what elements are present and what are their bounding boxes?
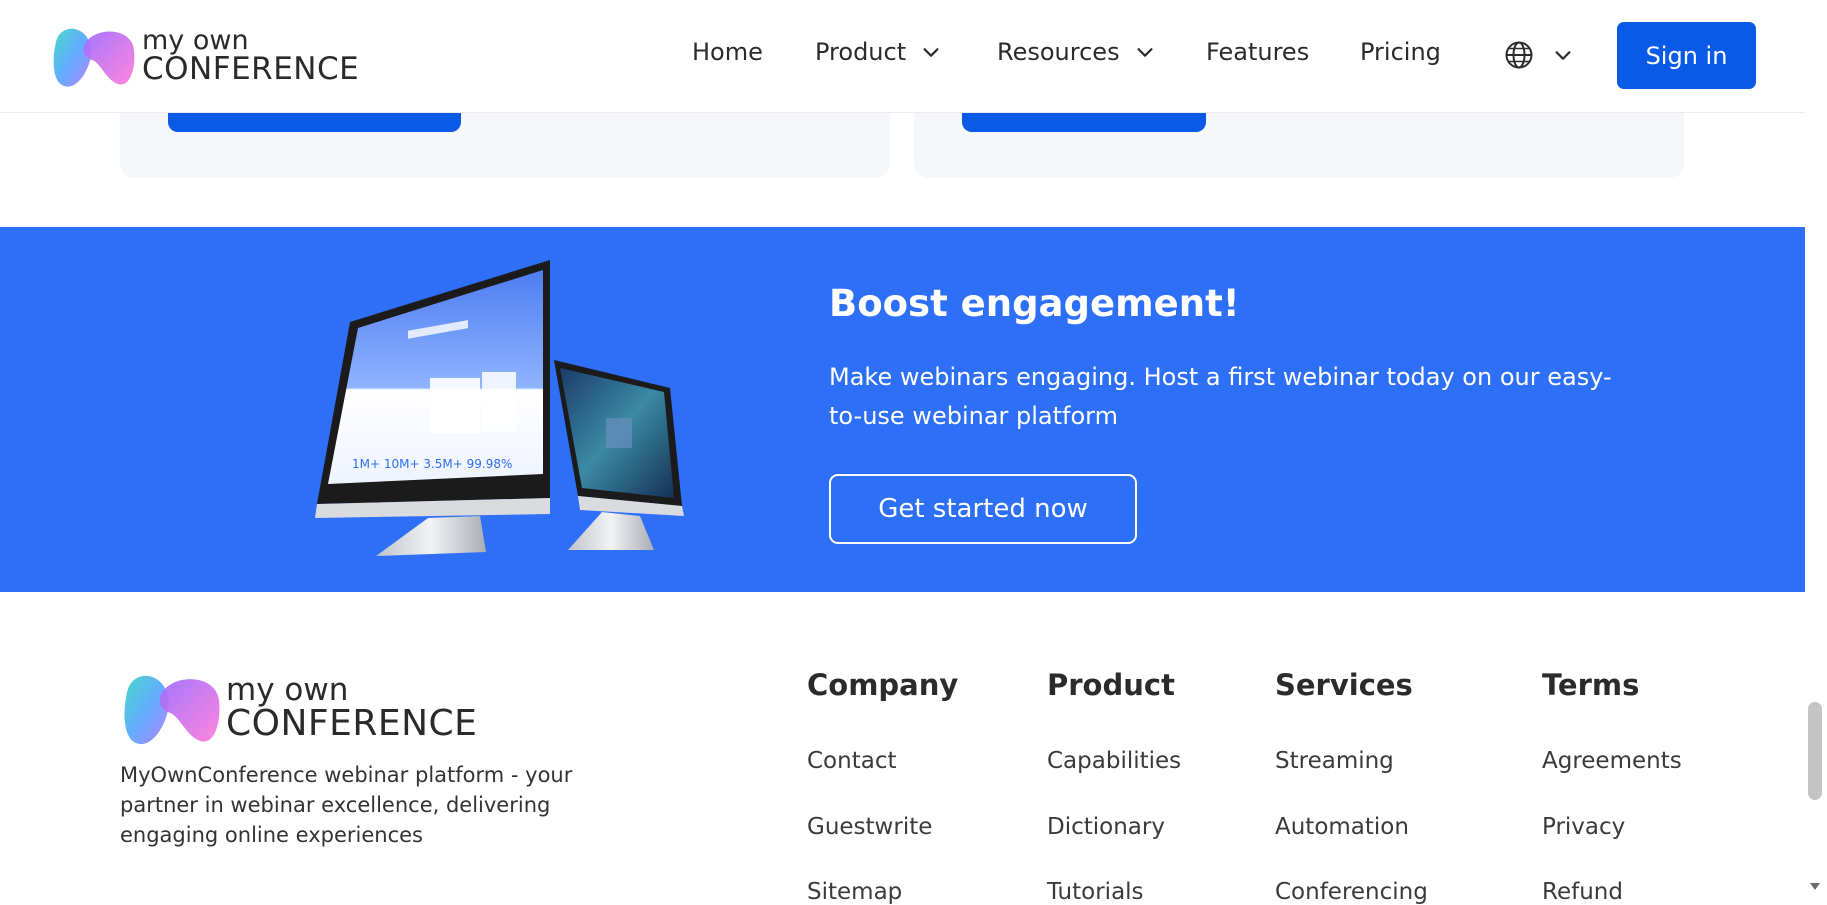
footer-column-company: Company Contact Guestwrite Sitemap xyxy=(807,668,959,905)
globe-icon xyxy=(1505,41,1533,69)
footer-description: MyOwnConference webinar platform - your … xyxy=(120,763,573,847)
logo-text-line1: my own xyxy=(226,671,349,708)
footer-link-sitemap[interactable]: Sitemap xyxy=(807,879,902,905)
footer-column-title: Product xyxy=(1047,668,1175,702)
logo-text-line2: CONFERENCE xyxy=(226,702,478,744)
nav-product-label: Product xyxy=(815,38,907,66)
nav-pricing-label: Pricing xyxy=(1360,38,1441,66)
chevron-down-icon xyxy=(1555,51,1571,60)
footer-link-dictionary[interactable]: Dictionary xyxy=(1047,814,1165,840)
footer-link-contact[interactable]: Contact xyxy=(807,748,896,774)
nav-home[interactable]: Home xyxy=(692,38,763,66)
chevron-down-icon xyxy=(923,48,939,57)
header-logo[interactable]: my own CONFERENCE xyxy=(50,22,359,90)
nav-features[interactable]: Features xyxy=(1206,38,1309,66)
footer-column-title: Terms xyxy=(1542,668,1640,702)
banner-text: Make webinars engaging. Host a first web… xyxy=(829,363,1612,430)
footer-link-tutorials[interactable]: Tutorials xyxy=(1047,879,1144,905)
get-started-button[interactable]: Get started now xyxy=(829,474,1137,544)
svg-text:1M+ 10M+ 3.5M+ 99.98%: 1M+ 10M+ 3.5M+ 99.98% xyxy=(352,457,512,471)
nav-product[interactable]: Product xyxy=(815,38,942,66)
logo-text-line2: CONFERENCE xyxy=(142,51,360,87)
site-header: my own CONFERENCE Home Product Resources… xyxy=(0,0,1805,113)
logo-mark-icon xyxy=(53,28,135,87)
scroll-down-arrow-icon[interactable] xyxy=(1809,880,1821,892)
banner-title: Boost engagement! xyxy=(829,282,1240,325)
language-selector[interactable] xyxy=(1504,40,1574,70)
footer-column-title: Company xyxy=(807,668,959,702)
footer-link-conferencing[interactable]: Conferencing xyxy=(1275,879,1428,905)
nav-features-label: Features xyxy=(1206,38,1310,66)
nav-resources-label: Resources xyxy=(997,38,1120,66)
nav-resources[interactable]: Resources xyxy=(997,38,1156,66)
scrollbar-thumb[interactable] xyxy=(1808,702,1822,800)
footer-link-agreements[interactable]: Agreements xyxy=(1542,748,1682,774)
footer-link-automation[interactable]: Automation xyxy=(1275,814,1409,840)
footer-link-refund[interactable]: Refund xyxy=(1542,879,1623,905)
sign-in-button[interactable]: Sign in xyxy=(1617,22,1756,89)
footer-link-capabilities[interactable]: Capabilities xyxy=(1047,748,1181,774)
nav-home-label: Home xyxy=(692,38,763,66)
footer-link-streaming[interactable]: Streaming xyxy=(1275,748,1394,774)
footer-column-services: Services Streaming Automation Conferenci… xyxy=(1275,668,1428,905)
logo-text-line1: my own xyxy=(142,25,249,56)
logo-mark-icon xyxy=(124,675,220,745)
footer-column-title: Services xyxy=(1275,668,1413,702)
footer-link-privacy[interactable]: Privacy xyxy=(1542,814,1625,840)
monitor-devices-illustration: 1M+ 10M+ 3.5M+ 99.98% xyxy=(315,260,684,556)
footer-logo[interactable]: my own CONFERENCE xyxy=(120,668,477,748)
footer-column-terms: Terms Agreements Privacy Refund xyxy=(1542,668,1682,905)
chevron-down-icon xyxy=(1137,48,1153,57)
nav-pricing[interactable]: Pricing xyxy=(1360,38,1441,66)
footer-link-guestwrite[interactable]: Guestwrite xyxy=(807,814,932,840)
footer-column-product: Product Capabilities Dictionary Tutorial… xyxy=(1047,668,1181,905)
